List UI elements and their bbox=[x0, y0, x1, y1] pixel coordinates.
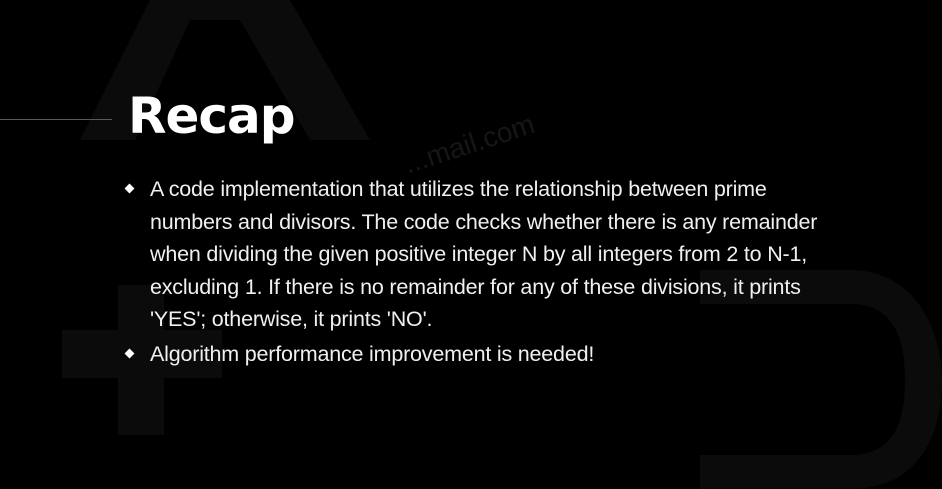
bullet-item-2: Algorithm performance improvement is nee… bbox=[122, 338, 842, 371]
diamond-bullet-icon bbox=[124, 348, 135, 358]
bullet-item-1: A code implementation that utilizes the … bbox=[122, 173, 842, 336]
bullet-text-2: Algorithm performance improvement is nee… bbox=[150, 341, 595, 366]
diamond-bullet-icon bbox=[124, 183, 135, 194]
slide-title: Recap bbox=[128, 87, 296, 145]
bullet-list: A code implementation that utilizes the … bbox=[122, 173, 842, 372]
bullet-text-1: A code implementation that utilizes the … bbox=[150, 177, 818, 331]
watermark-text: ...mail.com bbox=[400, 108, 539, 180]
title-divider-line bbox=[0, 119, 112, 120]
